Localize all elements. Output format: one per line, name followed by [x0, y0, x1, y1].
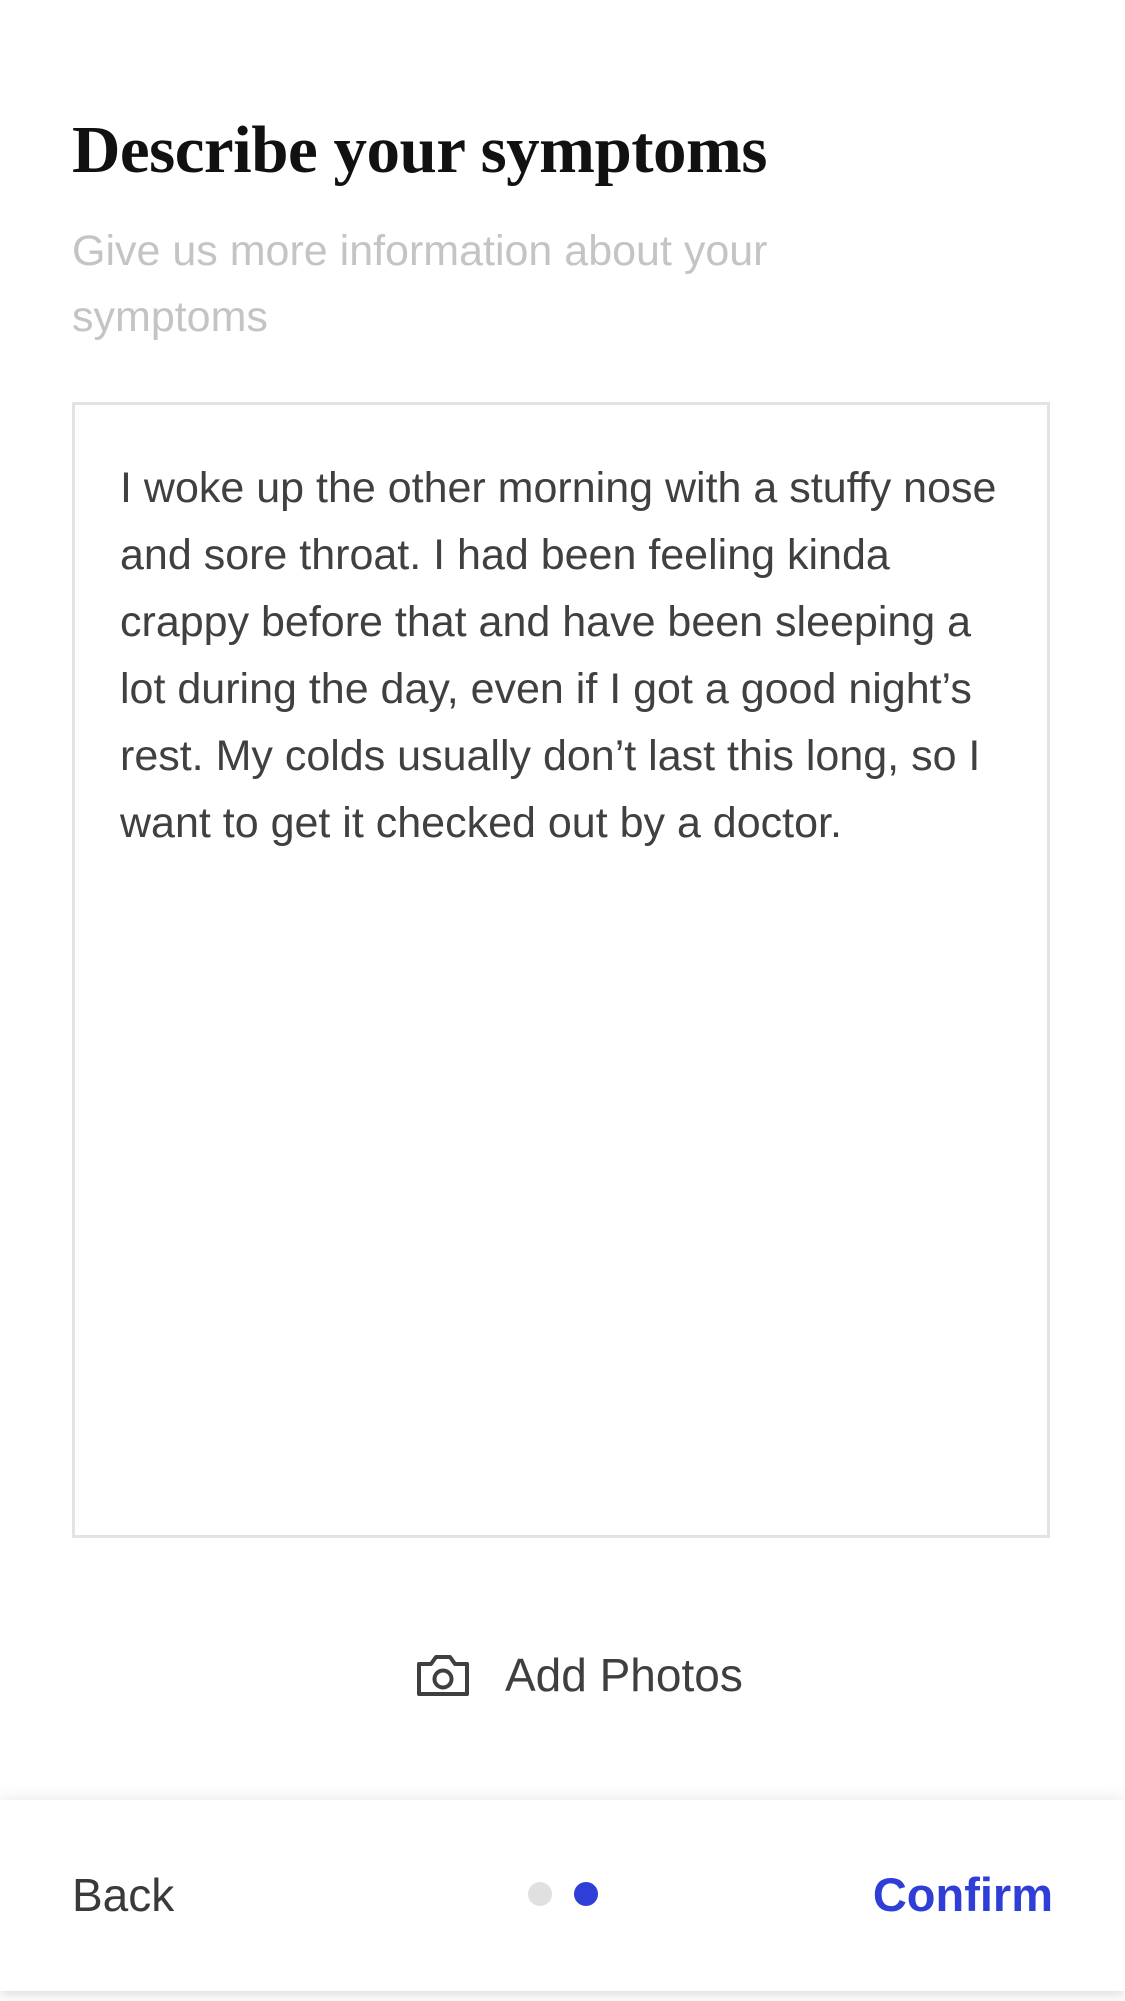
page-subtitle: Give us more information about your symp… [72, 227, 768, 341]
add-photos-label: Add Photos [505, 1649, 743, 1701]
bottom-nav-bar: Back Confirm [0, 1800, 1125, 1991]
page-indicator [528, 1882, 598, 1906]
symptoms-text-box[interactable] [72, 402, 1050, 1538]
add-photos-button[interactable]: Add Photos [415, 1640, 743, 1710]
camera-icon [417, 1655, 469, 1696]
page-dot-1 [528, 1882, 552, 1906]
symptoms-screen: Describe your symptoms Give us more info… [0, 0, 1125, 2001]
back-button[interactable]: Back [72, 1860, 174, 1930]
confirm-button[interactable]: Confirm [873, 1860, 1053, 1930]
symptoms-textarea[interactable] [75, 405, 1047, 1535]
page-dot-2 [574, 1882, 598, 1906]
page-title: Describe your symptoms [72, 113, 767, 187]
